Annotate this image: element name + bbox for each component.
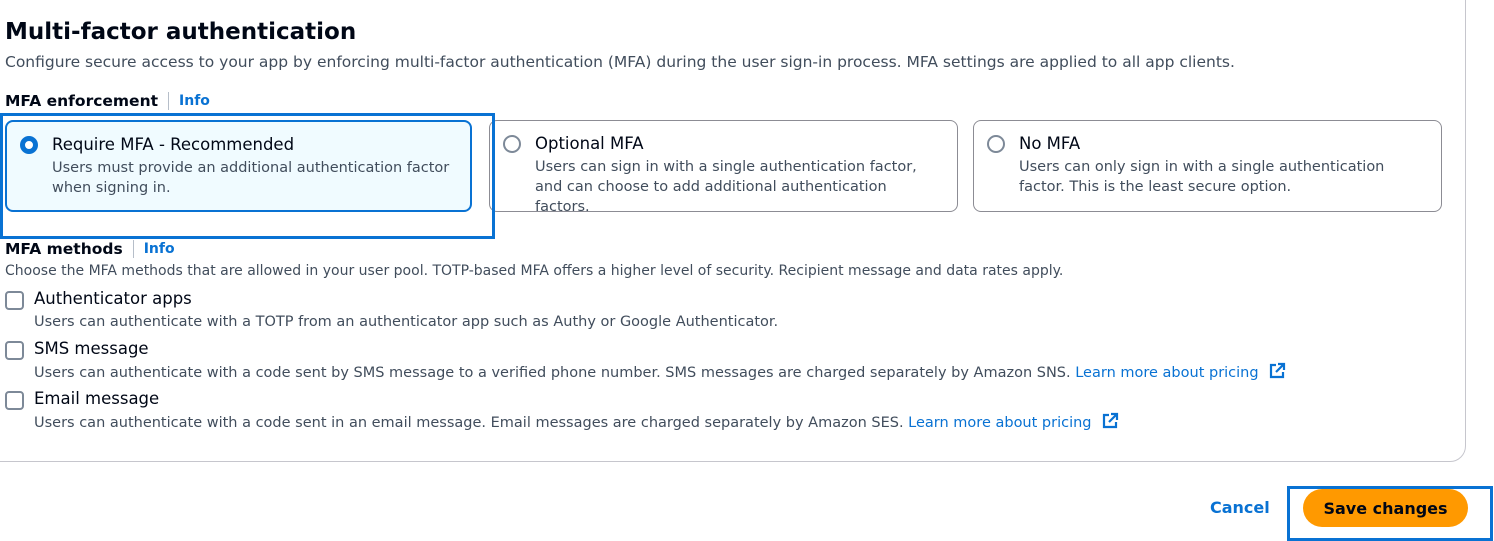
email-pricing-link[interactable]: Learn more about pricing <box>908 415 1091 431</box>
option-title: Optional MFA <box>535 134 644 153</box>
external-link-icon[interactable] <box>1101 412 1119 430</box>
section-title: Multi-factor authentication <box>5 19 357 45</box>
option-description: Users must provide an additional authent… <box>52 160 450 196</box>
sms-message-description: Users can authenticate with a code sent … <box>34 365 1071 381</box>
option-optional-mfa[interactable]: Optional MFA Users can sign in with a si… <box>489 120 958 215</box>
sms-message-description-row: Users can authenticate with a code sent … <box>34 362 1286 383</box>
mfa-methods-description: Choose the MFA methods that are allowed … <box>5 263 1064 279</box>
email-message-description-row: Users can authenticate with a code sent … <box>34 412 1119 433</box>
require-mfa-radio[interactable] <box>20 136 38 154</box>
mfa-enforcement-info-link[interactable]: Info <box>179 93 210 109</box>
email-message-checkbox[interactable] <box>5 391 24 410</box>
email-message-description: Users can authenticate with a code sent … <box>34 415 904 431</box>
label-divider <box>132 240 134 258</box>
authenticator-apps-checkbox[interactable] <box>5 291 24 310</box>
section-description: Configure secure access to your app by e… <box>5 53 1235 71</box>
option-description: Users can only sign in with a single aut… <box>1019 159 1385 195</box>
label-divider <box>168 92 170 110</box>
option-description: Users can sign in with a single authenti… <box>535 159 917 215</box>
mfa-enforcement-header: MFA enforcement Info <box>5 92 210 110</box>
mfa-enforcement-label: MFA enforcement <box>5 92 159 110</box>
option-title: Require MFA - Recommended <box>52 135 295 154</box>
sms-pricing-link[interactable]: Learn more about pricing <box>1075 365 1258 381</box>
optional-mfa-radio[interactable] <box>503 135 521 153</box>
cancel-button[interactable]: Cancel <box>1198 494 1282 521</box>
email-message-label[interactable]: Email message <box>34 388 159 410</box>
option-title: No MFA <box>1019 134 1081 153</box>
external-link-icon[interactable] <box>1268 362 1286 380</box>
authenticator-apps-label[interactable]: Authenticator apps <box>34 288 192 310</box>
authenticator-apps-description: Users can authenticate with a TOTP from … <box>34 314 779 330</box>
no-mfa-radio[interactable] <box>987 135 1005 153</box>
mfa-methods-header: MFA methods Info <box>5 240 175 258</box>
sms-message-checkbox[interactable] <box>5 341 24 360</box>
save-changes-button[interactable]: Save changes <box>1303 489 1468 527</box>
option-no-mfa[interactable]: No MFA Users can only sign in with a sin… <box>973 120 1442 212</box>
mfa-methods-label: MFA methods <box>5 240 123 258</box>
sms-message-label[interactable]: SMS message <box>34 338 149 360</box>
option-require-mfa[interactable]: Require MFA - Recommended Users must pro… <box>5 120 472 212</box>
mfa-methods-info-link[interactable]: Info <box>144 241 175 257</box>
